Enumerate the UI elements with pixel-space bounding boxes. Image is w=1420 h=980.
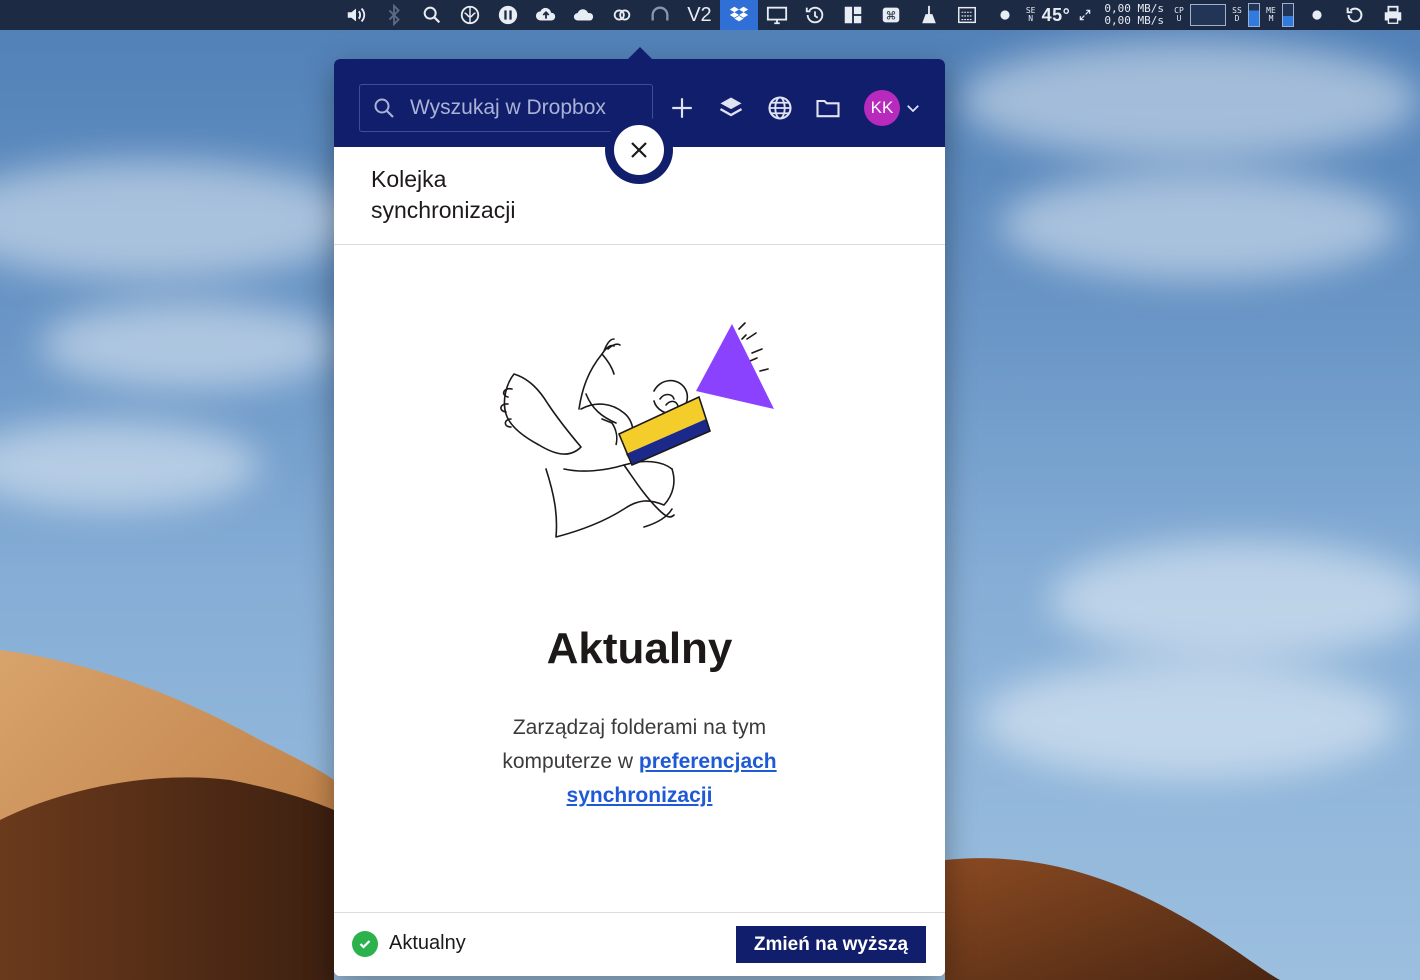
bird-horn-illustration [500,322,774,538]
ssd-meter[interactable] [1244,0,1264,30]
sync-status-label: Aktualny [389,932,466,954]
cloud-upload-icon[interactable] [527,0,565,30]
globe-icon[interactable] [765,93,795,123]
printer-icon[interactable] [1374,0,1412,30]
cpu-label: CPU [1174,6,1184,23]
mem-label: MEM [1266,6,1276,23]
headphones-icon[interactable] [641,0,679,30]
add-icon[interactable] [667,93,697,123]
upgrade-button[interactable]: Zmień na wyższą [736,926,926,963]
time-machine-icon[interactable] [796,0,834,30]
sync-description: Zarządzaj folderami na tym komputerze w … [464,711,815,813]
page-title: Kolejka synchronizacji [371,166,516,223]
app-badge-icon[interactable] [489,0,527,30]
cpu-meter[interactable] [1186,0,1230,30]
avatar[interactable]: KK [864,90,900,126]
close-button[interactable] [605,116,673,184]
mem-meter[interactable] [1278,0,1298,30]
check-circle-icon [352,931,378,957]
close-icon [614,125,664,175]
ssd-label: SSD [1232,6,1242,23]
svg-text:⌘: ⌘ [885,10,896,23]
popup-footer: Aktualny Zmień na wyższą [334,912,945,976]
creative-cloud-icon[interactable] [603,0,641,30]
net-down-speed: 0,00 MB/s [1104,14,1164,27]
search-input[interactable] [410,96,640,120]
command-icon[interactable]: ⌘ [872,0,910,30]
layout-icon[interactable] [834,0,872,30]
network-speed[interactable]: 0,00 MB/s 0,00 MB/s [1096,0,1172,30]
volume-icon[interactable] [337,0,375,30]
display-icon[interactable] [758,0,796,30]
record-dot-icon[interactable] [986,0,1024,30]
popup-arrow [628,47,652,59]
dropbox-icon[interactable] [719,0,758,30]
status-dot-icon[interactable] [1298,0,1336,30]
folder-icon[interactable] [813,93,843,123]
bluetooth-icon[interactable] [375,0,413,30]
chevron-down-icon[interactable] [904,99,922,122]
dropbox-popup: KK Kolejka synchronizacji [334,47,945,976]
keyboard-icon[interactable] [948,0,986,30]
search-icon[interactable] [413,0,451,30]
layers-icon[interactable] [716,93,746,123]
search-box[interactable] [359,84,653,132]
restore-icon[interactable] [1336,0,1374,30]
cleaner-icon[interactable] [910,0,948,30]
search-icon [374,98,394,118]
expand-arrows-icon[interactable] [1074,0,1096,30]
v2-icon[interactable]: V2 [679,0,719,30]
menu-bar: V2 ⌘ SEN 45° 0,00 MB/s 0,00 MB/s CPU SSD… [0,0,1420,30]
temperature-readout[interactable]: 45° [1038,0,1075,30]
onedrive-icon[interactable] [565,0,603,30]
status-title: Aktualny [546,624,733,673]
brain-icon[interactable] [451,0,489,30]
sen-label: SEN [1025,6,1036,23]
